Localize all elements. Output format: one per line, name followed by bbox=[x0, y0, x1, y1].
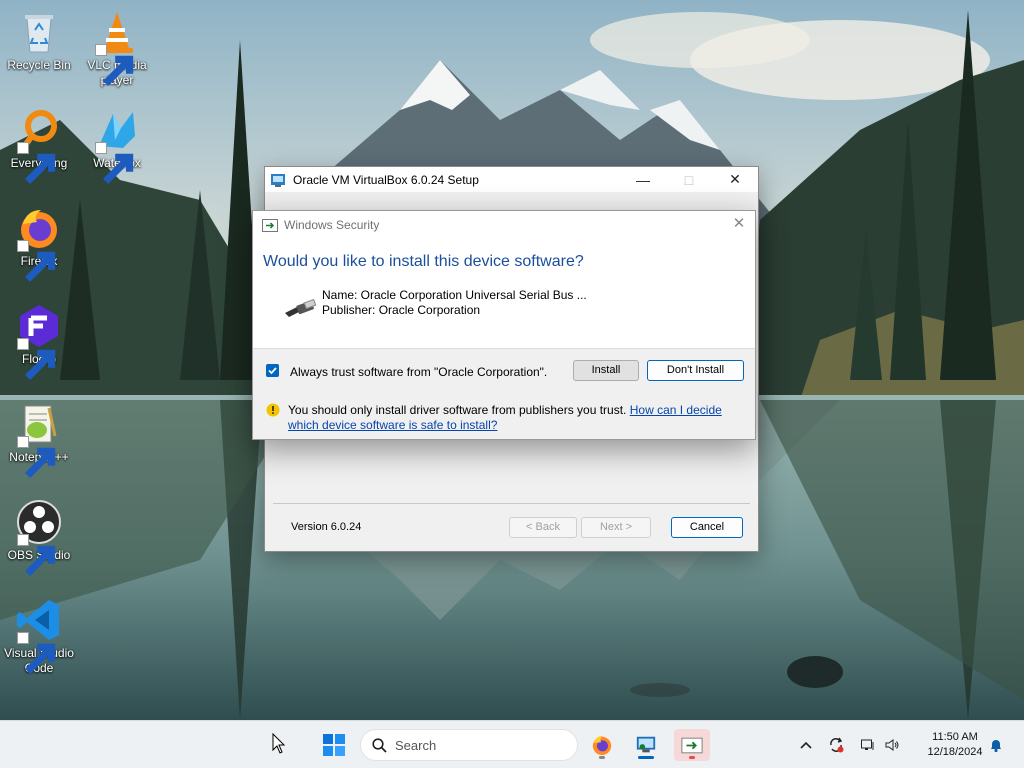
shortcut-arrow-icon bbox=[17, 240, 56, 282]
taskbar-firefox[interactable] bbox=[586, 729, 618, 761]
search-icon bbox=[372, 738, 387, 753]
start-button[interactable] bbox=[318, 729, 350, 761]
taskbar-windows-security[interactable] bbox=[674, 729, 710, 761]
taskbar-search-box[interactable] bbox=[360, 729, 578, 761]
clock-time: 11:50 AM bbox=[932, 731, 978, 743]
warning-message: You should only install driver software … bbox=[288, 403, 738, 433]
close-button[interactable]: ✕ bbox=[712, 167, 758, 192]
close-icon: ✕ bbox=[732, 215, 746, 232]
everything-search-icon bbox=[15, 106, 63, 184]
floorp-icon bbox=[15, 302, 63, 380]
clock-date: 12/18/2024 bbox=[927, 746, 983, 758]
maximize-icon: □ bbox=[684, 171, 694, 188]
running-indicator bbox=[599, 756, 605, 759]
virtualbox-setup-icon bbox=[636, 736, 656, 753]
device-publisher: Publisher: Oracle Corporation bbox=[322, 303, 481, 317]
device-name: Name: Oracle Corporation Universal Seria… bbox=[322, 288, 587, 302]
shortcut-arrow-icon bbox=[17, 142, 56, 184]
setup-version-label: Version 6.0.24 bbox=[291, 521, 362, 533]
desktop-icon-vlc[interactable]: VLC media player bbox=[78, 8, 156, 88]
maximize-button[interactable]: □ bbox=[666, 167, 712, 192]
shortcut-arrow-icon bbox=[17, 534, 56, 576]
shortcut-arrow-icon bbox=[95, 142, 134, 184]
security-titlebar[interactable]: Windows Security ✕ bbox=[253, 211, 755, 239]
obs-studio-icon bbox=[15, 498, 63, 576]
attention-indicator bbox=[689, 756, 695, 759]
setup-titlebar[interactable]: Oracle VM VirtualBox 6.0.24 Setup — □ ✕ bbox=[265, 167, 758, 192]
desktop-icon-notepadpp[interactable]: Notepad++ bbox=[0, 400, 78, 478]
desktop-icon-obs[interactable]: OBS Studio bbox=[0, 498, 78, 576]
windows-logo-icon bbox=[323, 734, 345, 756]
vscode-icon bbox=[15, 596, 63, 674]
active-indicator bbox=[638, 756, 654, 759]
desktop-icon-floorp[interactable]: Floorp bbox=[0, 302, 78, 380]
notepadpp-icon bbox=[15, 400, 63, 478]
shortcut-arrow-icon bbox=[17, 338, 56, 380]
security-window-icon bbox=[262, 218, 278, 232]
mouse-cursor-icon bbox=[272, 732, 286, 755]
show-hidden-icons-chevron-icon[interactable] bbox=[798, 737, 814, 753]
taskbar-virtualbox-setup[interactable] bbox=[630, 729, 662, 761]
search-input[interactable] bbox=[395, 734, 565, 756]
desktop-icon-firefox[interactable]: Firefox bbox=[0, 204, 78, 282]
taskbar: 11:50 AM 12/18/2024 bbox=[0, 720, 1024, 768]
always-trust-checkbox[interactable] bbox=[266, 364, 279, 377]
firefox-icon bbox=[592, 735, 612, 756]
setup-divider bbox=[273, 503, 750, 504]
desktop-icon-label: Recycle Bin bbox=[7, 58, 71, 72]
checkmark-icon bbox=[268, 367, 277, 375]
shortcut-arrow-icon bbox=[95, 44, 134, 86]
minimize-icon: — bbox=[636, 171, 650, 188]
taskbar-clock[interactable]: 11:50 AM 12/18/2024 bbox=[912, 730, 998, 760]
desktop-icon-recycle-bin[interactable]: Recycle Bin bbox=[0, 8, 78, 73]
recycle-bin-icon bbox=[15, 8, 63, 56]
virtualbox-icon bbox=[270, 172, 286, 188]
shortcut-arrow-icon bbox=[17, 632, 56, 674]
security-close-button[interactable]: ✕ bbox=[731, 216, 747, 232]
waterfox-icon bbox=[93, 106, 141, 184]
security-heading: Would you like to install this device so… bbox=[263, 253, 584, 270]
windows-security-dialog: Windows Security ✕ Would you like to ins… bbox=[252, 210, 756, 440]
usb-plug-icon bbox=[283, 295, 317, 319]
cancel-button[interactable]: Cancel bbox=[671, 517, 743, 538]
back-button[interactable]: < Back bbox=[509, 517, 577, 538]
sync-alert-icon[interactable] bbox=[828, 737, 844, 753]
notification-bell-icon[interactable] bbox=[988, 737, 1004, 753]
security-dialog-title: Windows Security bbox=[284, 218, 380, 232]
always-trust-label[interactable]: Always trust software from "Oracle Corpo… bbox=[290, 365, 547, 379]
desktop-icon-everything[interactable]: Everything bbox=[0, 106, 78, 184]
install-button[interactable]: Install bbox=[573, 360, 639, 381]
dont-install-button[interactable]: Don't Install bbox=[647, 360, 744, 381]
minimize-button[interactable]: — bbox=[620, 167, 666, 192]
security-window-icon bbox=[681, 737, 703, 753]
warning-text: You should only install driver software … bbox=[288, 403, 627, 417]
volume-icon[interactable] bbox=[884, 737, 900, 753]
desktop-icon-waterfox[interactable]: Waterfox bbox=[78, 106, 156, 184]
vlc-cone-icon bbox=[93, 8, 141, 86]
setup-window-title: Oracle VM VirtualBox 6.0.24 Setup bbox=[293, 172, 479, 187]
close-icon: ✕ bbox=[729, 171, 741, 187]
firefox-icon bbox=[15, 204, 63, 282]
shortcut-arrow-icon bbox=[17, 436, 56, 478]
warning-shield-icon bbox=[266, 403, 280, 417]
desktop-icon-vscode[interactable]: Visual Studio Code bbox=[0, 596, 78, 676]
next-button[interactable]: Next > bbox=[581, 517, 651, 538]
network-icon[interactable] bbox=[860, 737, 876, 753]
